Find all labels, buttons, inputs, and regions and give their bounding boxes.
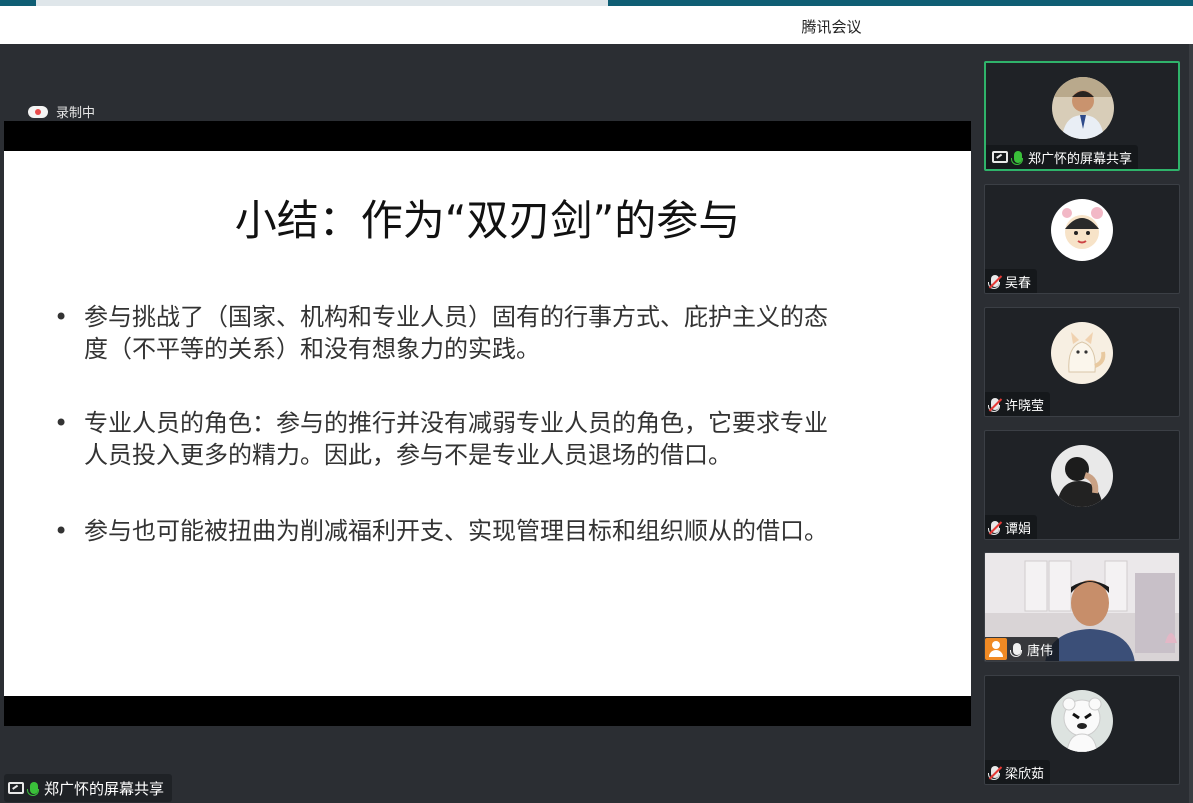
window-title: 腾讯会议 — [801, 18, 862, 36]
participant-name: 唐伟 — [1027, 643, 1054, 659]
participant-video-tile[interactable]: 唐伟 — [984, 552, 1180, 662]
bullet-dot: • — [54, 303, 69, 331]
participant-sidebar: 郑广怀的屏幕共享 吴春 许晓莹 谭娟 唐伟 梁欣茹 — [971, 44, 1193, 803]
screen-share-name: 郑广怀的屏幕共享 — [44, 779, 165, 798]
bullet-line: 参与挑战了（国家、机构和专业人员）固有的行事方式、庇护主义的态 — [84, 303, 828, 331]
participant-tile[interactable]: 谭娟 — [984, 430, 1180, 540]
slide-bullet: • 专业人员的角色：参与的推行并没有减弱专业人员的角色，它要求专业 人员投入更多… — [54, 407, 914, 471]
bullet-dot: • — [54, 517, 69, 545]
presentation-slide: 小结：作为“双刃剑”的参与 • 参与挑战了（国家、机构和专业人员）固有的行事方式… — [4, 151, 971, 696]
slide-title: 小结：作为“双刃剑”的参与 — [234, 196, 741, 245]
sidebar-scrollbar[interactable] — [1189, 44, 1193, 803]
bullet-dot: • — [54, 409, 69, 437]
bullet-line: 专业人员的角色：参与的推行并没有减弱专业人员的角色，它要求专业 — [84, 409, 828, 437]
participant-label: 梁欣茹 — [985, 760, 1051, 784]
screen-share-label[interactable]: 郑广怀的屏幕共享 — [4, 774, 173, 802]
letterbox-top — [4, 121, 971, 151]
participant-name: 吴春 — [1005, 275, 1032, 291]
muted-microphone-icon — [988, 275, 1000, 289]
muted-microphone-icon — [988, 521, 1000, 535]
participant-name: 谭娟 — [1005, 521, 1032, 537]
participant-tile[interactable]: 梁欣茹 — [984, 675, 1180, 785]
participant-name: 郑广怀的屏幕共享 — [1028, 151, 1133, 167]
muted-microphone-icon — [988, 766, 1000, 780]
slide-bullet: • 参与挑战了（国家、机构和专业人员）固有的行事方式、庇护主义的态 度（不平等的… — [54, 301, 914, 365]
microphone-icon — [1010, 643, 1022, 657]
person-icon — [985, 638, 1007, 660]
participant-label: 吴春 — [985, 269, 1038, 293]
bullet-line: 度（不平等的关系）和没有想象力的实践。 — [84, 335, 540, 363]
participant-label: 唐伟 — [985, 637, 1060, 661]
participant-tile[interactable]: 郑广怀的屏幕共享 — [984, 61, 1180, 171]
avatar — [1052, 77, 1114, 139]
participant-label: 郑广怀的屏幕共享 — [986, 145, 1139, 169]
participant-name: 梁欣茹 — [1005, 766, 1045, 782]
avatar — [1051, 199, 1113, 261]
slide-bullet: • 参与也可能被扭曲为削减福利开支、实现管理目标和组织顺从的借口。 — [54, 515, 914, 547]
avatar — [1051, 690, 1113, 752]
participant-label: 许晓莹 — [985, 392, 1051, 416]
microphone-icon — [27, 782, 39, 796]
title-bar: 腾讯会议 — [0, 6, 1193, 44]
avatar — [1051, 445, 1113, 507]
cloud-record-icon — [28, 105, 48, 118]
bullet-line: 人员投入更多的精力。因此，参与不是专业人员退场的借口。 — [84, 441, 732, 469]
participant-tile[interactable]: 吴春 — [984, 184, 1180, 294]
screen-share-icon — [992, 151, 1008, 163]
participant-tile[interactable]: 许晓莹 — [984, 307, 1180, 417]
microphone-icon — [1011, 151, 1023, 165]
avatar — [1051, 322, 1113, 384]
shared-screen-area: 录制中 小结：作为“双刃剑”的参与 • 参与挑战了（国家、机构和专业人员）固有的… — [4, 44, 971, 803]
recording-label: 录制中 — [56, 106, 96, 121]
participant-label: 谭娟 — [985, 515, 1038, 539]
bullet-line: 参与也可能被扭曲为削减福利开支、实现管理目标和组织顺从的借口。 — [84, 517, 828, 545]
screen-share-icon — [8, 782, 24, 794]
participant-name: 许晓莹 — [1005, 398, 1045, 414]
muted-microphone-icon — [988, 398, 1000, 412]
letterbox-bottom — [4, 696, 971, 726]
recording-indicator[interactable]: 录制中 — [28, 102, 95, 121]
